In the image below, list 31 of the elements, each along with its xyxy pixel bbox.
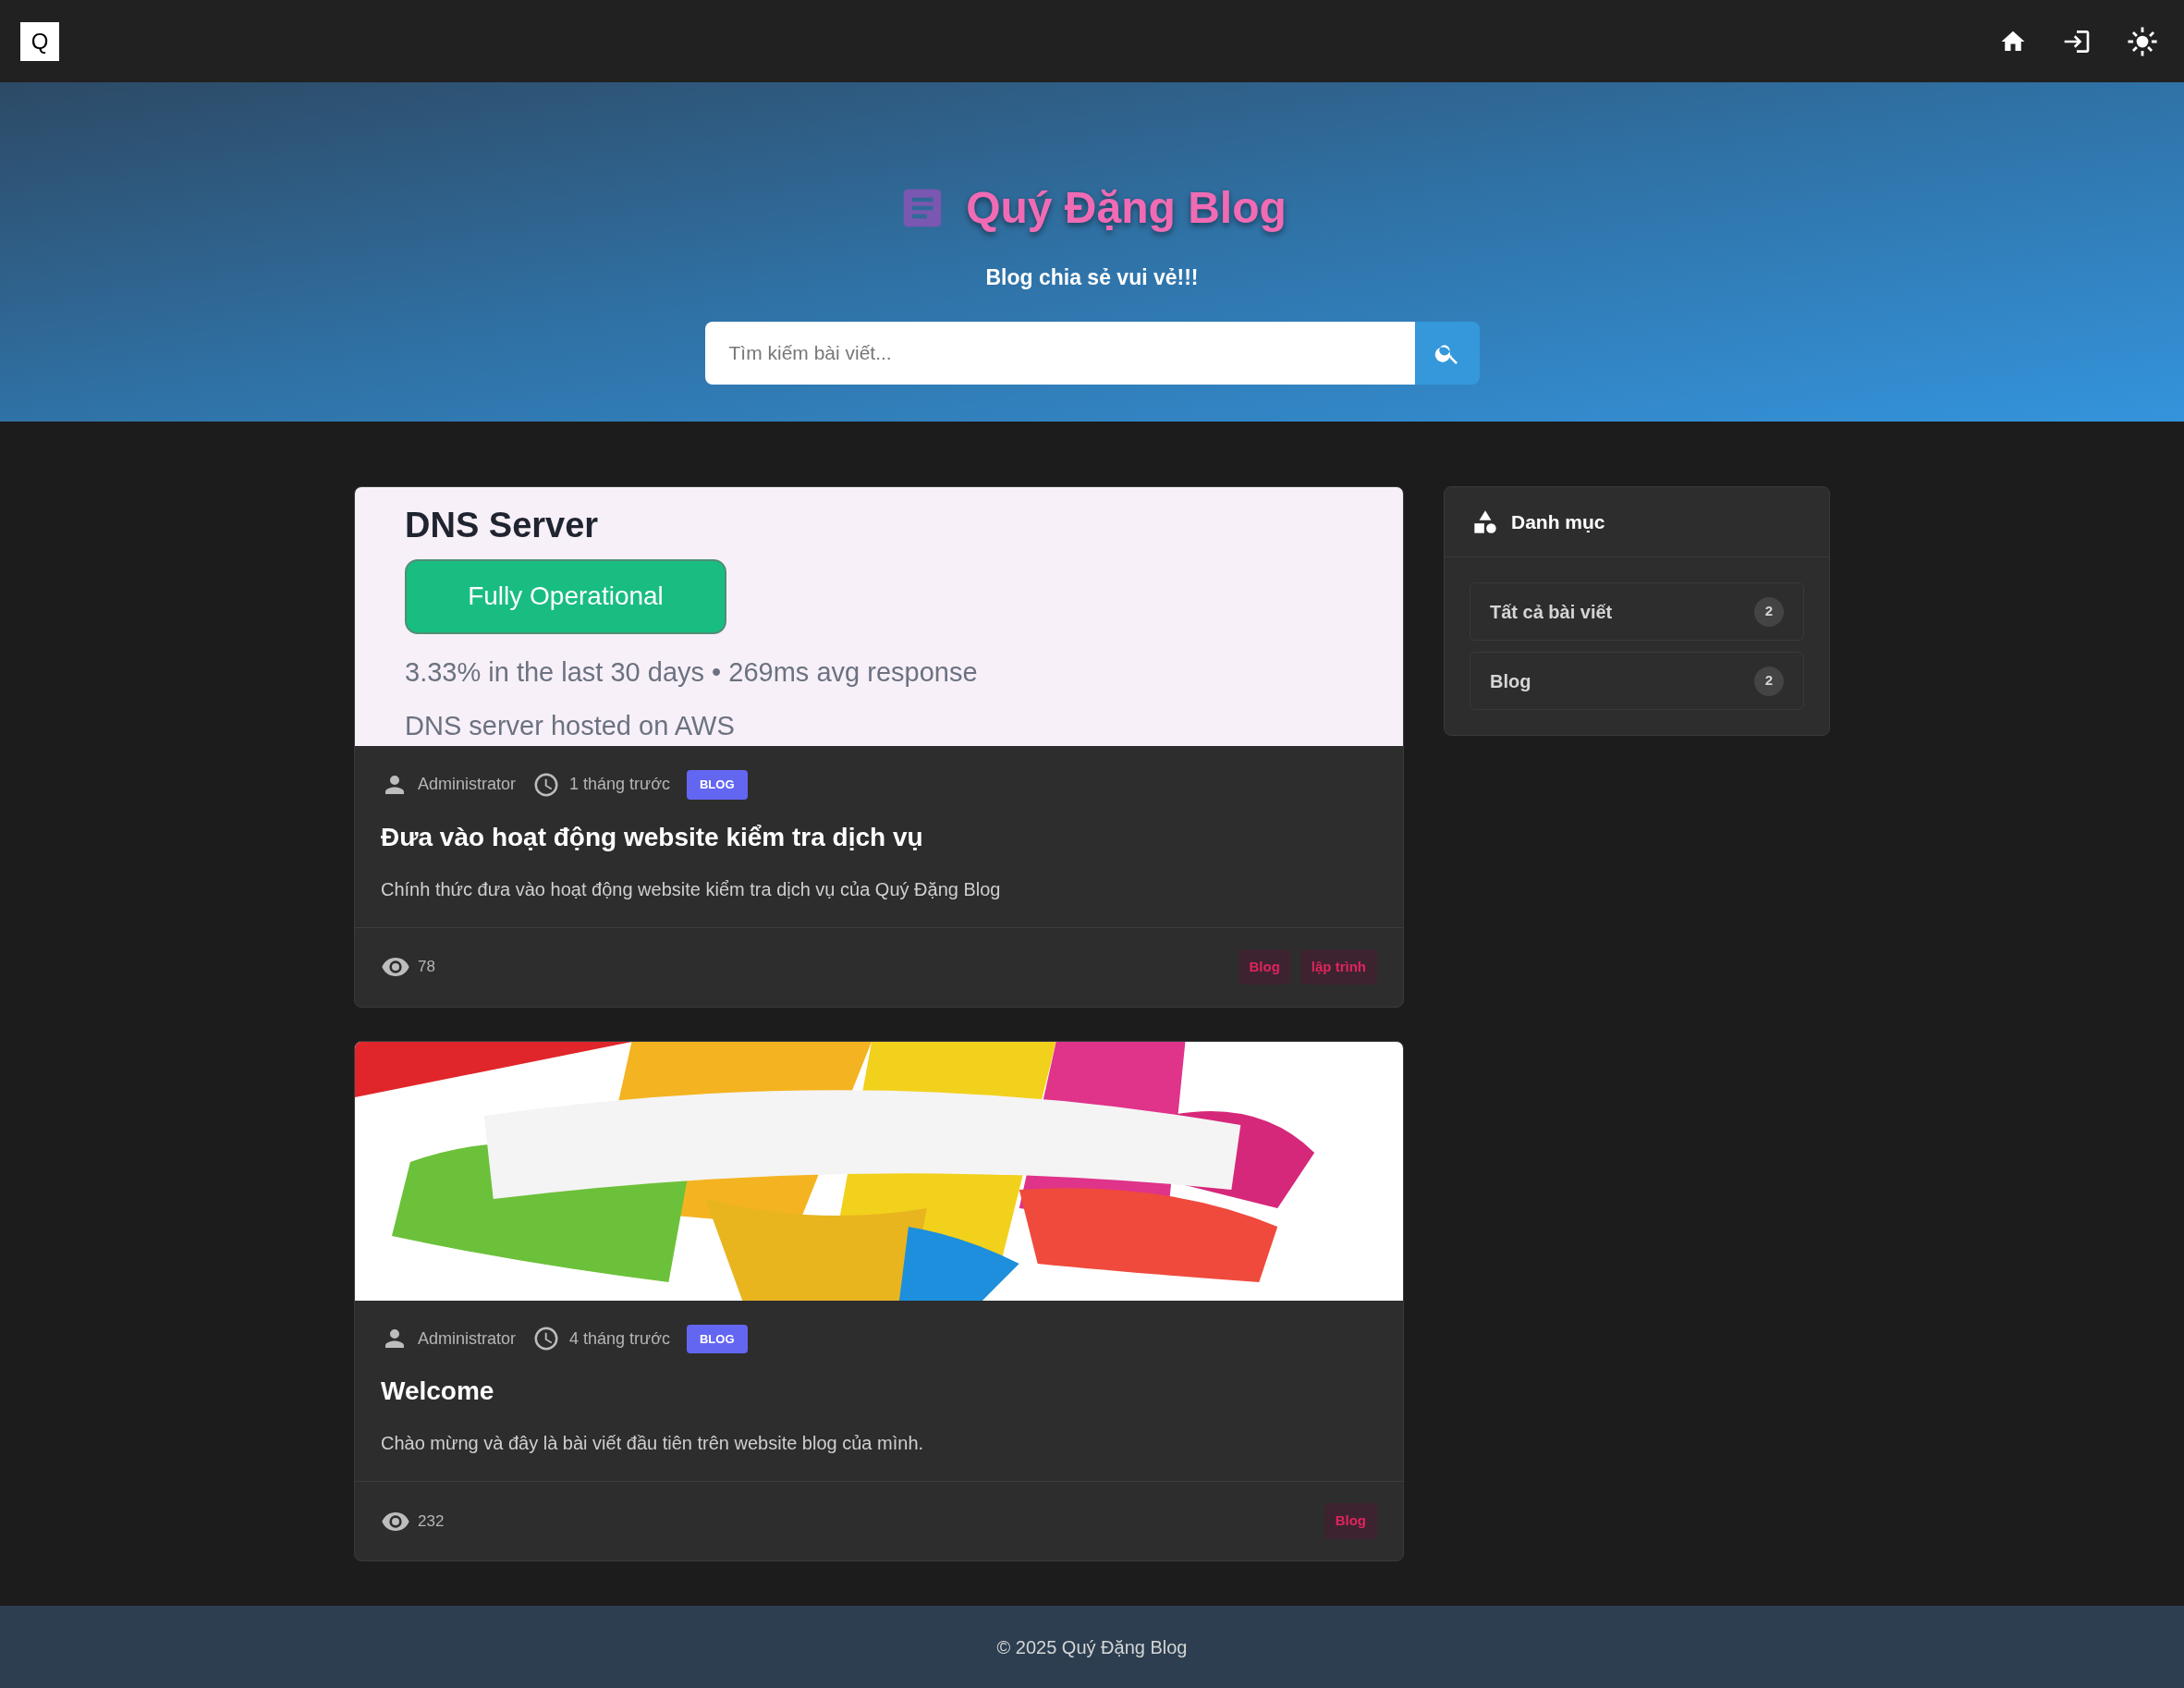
post-title[interactable]: Welcome [381,1372,1377,1411]
status-heading: DNS Server [405,505,599,546]
status-note: DNS server hosted on AWS [405,709,735,742]
post-time: 4 tháng trước [569,1327,670,1350]
category-item[interactable]: Tất cả bài viết 2 [1470,582,1804,641]
post-count: 2 [1754,596,1784,627]
author-name: Administrator [418,1327,517,1350]
post-excerpt: Chính thức đưa vào hoạt động website kiểm tra dịch vụ của Quý Đặng Blog [381,877,1002,901]
author-name: Administrator [418,774,517,796]
logo[interactable]: Q [20,21,59,61]
post-excerpt: Chào mừng và đây là bài viết đầu tiên trên website blog của mình. [381,1432,925,1455]
blog-title: Quý Đặng Blog [966,182,1287,234]
post-time: 1 tháng trước [569,774,670,796]
post-title[interactable]: Đưa vào hoạt động website kiểm tra dịch vụ [381,817,1377,857]
category-label: Blog [1490,669,1531,693]
search-field[interactable]: Tìm kiếm bài viết... [704,321,1415,385]
uptime-stats: 3.33% in the last 30 days • 269ms avg response [405,656,978,689]
status-label: Fully Operational [405,558,726,634]
shapes-icon [1472,508,1498,535]
category-label: Tất cả bài viết [1490,600,1613,624]
panel-title: Danh mục [1511,509,1605,534]
post-count: 2 [1754,666,1784,696]
copyright: © 2025 Quý Đặng Blog [996,1635,1188,1659]
category-badge[interactable]: BLOG [686,770,748,800]
category-badge[interactable]: BLOG [686,1324,748,1353]
blog-subtitle: Blog chia sẻ vui vẻ!!! [985,264,1199,291]
category-item[interactable]: Blog 2 [1470,652,1804,710]
view-count: 232 [418,1511,445,1532]
view-count: 78 [418,957,435,978]
sun-icon[interactable] [2127,25,2158,57]
search-button[interactable] [1414,321,1480,385]
